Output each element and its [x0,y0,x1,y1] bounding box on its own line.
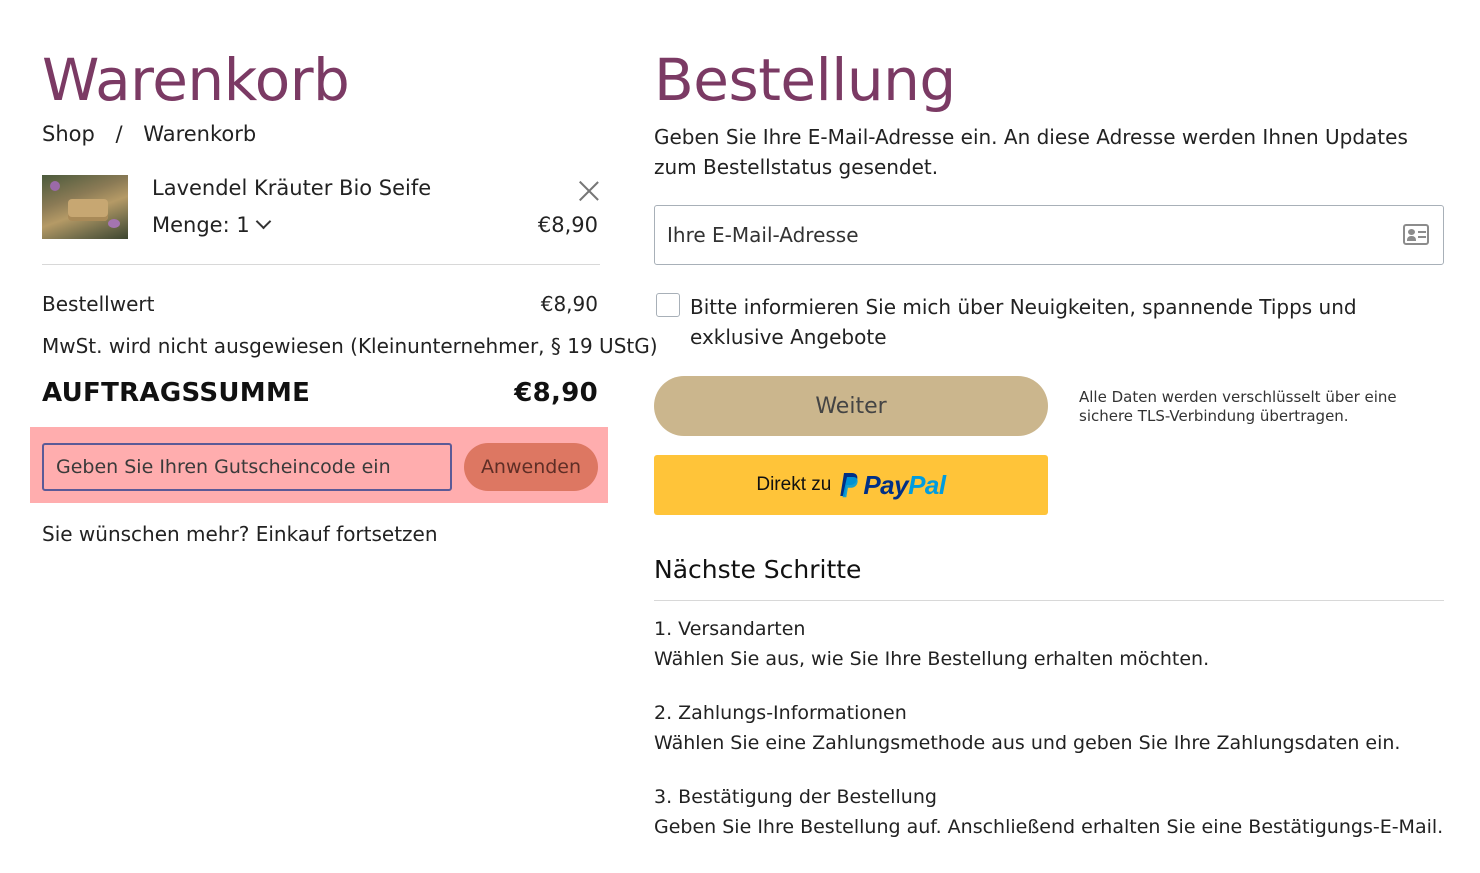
newsletter-checkbox[interactable] [656,293,680,317]
continue-prefix: Sie wünschen mehr? [42,522,250,546]
email-input[interactable] [667,206,1387,263]
quantity-label: Menge: 1 [152,213,250,237]
step-text: Wählen Sie aus, wie Sie Ihre Bestellung … [654,648,1210,670]
contact-card-icon [1403,224,1429,245]
paypal-word-pay: Pay [863,469,909,500]
next-steps-title: Nächste Schritte [654,555,862,584]
soap-decoration [68,199,108,221]
step-item: 3. Bestätigung der Bestellung Geben Sie … [654,782,1444,842]
order-value-row: Bestellwert €8,90 [42,292,600,316]
divider [654,600,1444,601]
order-title: Bestellung [654,46,956,114]
total-label: AUFTRAGSSUMME [42,378,311,408]
close-icon[interactable] [578,180,600,202]
tax-note: MwSt. wird nicht ausgewiesen (Kleinunter… [42,334,658,358]
breadcrumb-separator: / [115,122,123,146]
total-row: AUFTRAGSSUMME €8,90 [42,378,600,408]
chevron-down-icon [255,213,271,230]
item-price: €8,90 [537,213,598,237]
paypal-button[interactable]: Direkt zu PayPal [654,455,1048,515]
secure-note: Alle Daten werden verschlüsselt über ein… [1079,388,1397,425]
breadcrumb-shop-link[interactable]: Shop [42,122,95,146]
step-title: 3. Bestätigung der Bestellung [654,786,937,808]
email-field[interactable] [654,205,1444,265]
step-item: 1. Versandarten Wählen Sie aus, wie Sie … [654,614,1444,674]
paypal-wordmark: PayPal [863,469,946,501]
product-name[interactable]: Lavendel Kräuter Bio Seife [152,176,431,200]
breadcrumb: Shop / Warenkorb [42,122,256,146]
order-value-label: Bestellwert [42,292,155,316]
step-text: Wählen Sie eine Zahlungsmethode aus und … [654,732,1401,754]
step-title: 2. Zahlungs-Informationen [654,702,907,724]
step-item: 2. Zahlungs-Informationen Wählen Sie ein… [654,698,1444,758]
paypal-logo: PayPal [839,469,946,501]
cart-item: Lavendel Kräuter Bio Seife Menge: 1 €8,9… [42,175,600,265]
coupon-section: Anwenden [30,427,608,503]
newsletter-label[interactable]: Bitte informieren Sie mich über Neuigkei… [690,292,1410,352]
flower-decoration [108,219,120,228]
coupon-input[interactable] [42,443,452,491]
apply-coupon-button[interactable]: Anwenden [464,443,598,491]
order-value: €8,90 [540,292,598,316]
email-description: Geben Sie Ihre E-Mail-Adresse ein. An di… [654,125,1408,179]
step-title: 1. Versandarten [654,618,806,640]
paypal-word-pal: Pal [908,469,946,500]
continue-shopping: Sie wünschen mehr? Einkauf fortsetzen [42,522,438,546]
cart-title: Warenkorb [42,46,350,114]
step-text: Geben Sie Ihre Bestellung auf. Anschließ… [654,816,1444,838]
continue-shopping-link[interactable]: Einkauf fortsetzen [256,522,438,546]
quantity-dropdown[interactable]: Menge: 1 [152,213,271,237]
product-thumbnail[interactable] [42,175,128,239]
total-value: €8,90 [514,378,598,408]
breadcrumb-current: Warenkorb [143,122,257,146]
flower-decoration [50,181,60,191]
paypal-prefix: Direkt zu [756,474,832,495]
paypal-mark-icon [840,473,858,498]
continue-button[interactable]: Weiter [654,376,1048,436]
